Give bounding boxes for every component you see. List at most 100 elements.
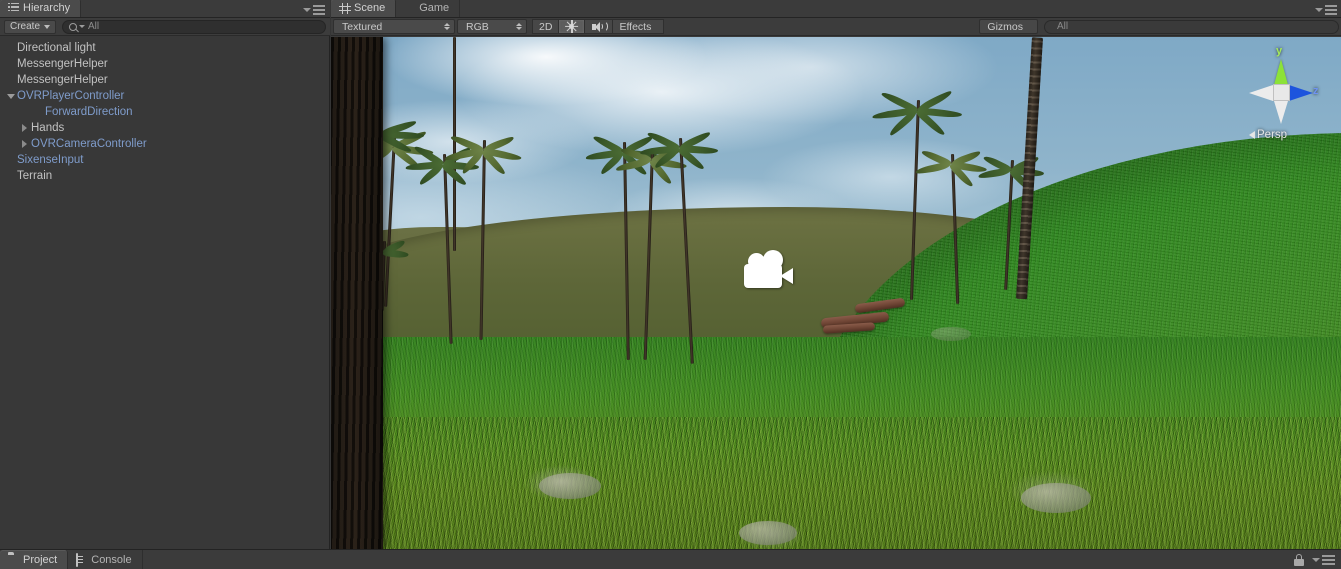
hierarchy-item-label: Terrain: [17, 170, 53, 182]
hierarchy-search-placeholder: All: [88, 21, 100, 32]
bottom-panel-menu-button[interactable]: [1312, 555, 1335, 565]
hamburger-icon: [313, 4, 325, 15]
scene-view-toolbar: Textured RGB 2D Effects Gizmos All: [331, 18, 1341, 36]
updown-arrows-icon: [516, 23, 522, 30]
chevron-down-icon: [1312, 558, 1320, 562]
axis-negative-y-cone[interactable]: [1274, 101, 1288, 124]
scene-tabstrip: Scene Game: [331, 0, 1341, 18]
projection-mode-label: Persp: [1257, 129, 1288, 141]
toggle-audio-button[interactable]: [585, 19, 614, 34]
color-space-value: RGB: [466, 20, 489, 33]
tab-project-label: Project: [23, 553, 58, 566]
scene-panel: Scene Game Textured RGB 2D Effects Gizmo…: [331, 0, 1341, 549]
hierarchy-item[interactable]: OVRCameraController: [0, 136, 330, 152]
axis-x-cone[interactable]: [1249, 85, 1273, 101]
hierarchy-item[interactable]: ForwardDirection: [0, 104, 330, 120]
tab-game[interactable]: Game: [396, 0, 461, 17]
grass-foreground: [331, 417, 1341, 549]
hierarchy-item-label: ForwardDirection: [45, 106, 133, 118]
create-button[interactable]: Create: [4, 19, 57, 34]
effects-label: Effects: [619, 20, 652, 33]
scene-axis-gizmo[interactable]: y z Persp: [1237, 41, 1329, 156]
draw-mode-value: Textured: [342, 20, 383, 33]
expanded-twisty-icon[interactable]: [4, 93, 17, 99]
updown-arrows-icon: [444, 23, 450, 30]
scene-panel-menu-button[interactable]: [1311, 3, 1337, 16]
axis-y-cone[interactable]: [1274, 59, 1288, 85]
hierarchy-item[interactable]: MessengerHelper: [0, 72, 330, 88]
rock: [539, 473, 601, 499]
axis-z-cone[interactable]: [1289, 85, 1313, 101]
tab-hierarchy[interactable]: Hierarchy: [0, 0, 82, 17]
hierarchy-item[interactable]: Hands: [0, 120, 330, 136]
effects-dropdown[interactable]: Effects: [613, 19, 665, 34]
chevron-down-icon: [79, 25, 86, 28]
console-icon: [76, 553, 87, 567]
toggle-2d-button[interactable]: 2D: [532, 19, 560, 34]
collapsed-twisty-icon[interactable]: [18, 124, 31, 132]
hierarchy-item-label: MessengerHelper: [17, 74, 108, 86]
hierarchy-item[interactable]: MessengerHelper: [0, 56, 330, 72]
tab-game-label: Game: [419, 2, 450, 14]
toggle-2d-label: 2D: [539, 20, 553, 33]
chevron-down-icon: [44, 24, 51, 29]
hamburger-icon: [1322, 555, 1335, 565]
hierarchy-item-label: SixenseInput: [17, 154, 84, 166]
scene-grid-icon: [339, 2, 351, 14]
create-button-label: Create: [10, 21, 41, 32]
lock-icon[interactable]: [1294, 554, 1304, 566]
rock: [1021, 483, 1091, 513]
scene-search-input[interactable]: All: [1044, 19, 1339, 34]
scene-viewport[interactable]: y z Persp: [331, 37, 1341, 549]
hierarchy-item-label: OVRPlayerController: [17, 90, 125, 102]
color-space-dropdown[interactable]: RGB: [457, 19, 527, 34]
axis-y-label: y: [1276, 45, 1283, 57]
hierarchy-item-label: OVRCameraController: [31, 138, 147, 150]
bottom-dock-controls: [1294, 554, 1335, 566]
tree-trunk-foreground: [331, 37, 383, 549]
hierarchy-item[interactable]: Directional light: [0, 40, 330, 56]
chevron-down-icon: [1315, 7, 1323, 12]
hierarchy-item-label: Directional light: [17, 42, 96, 54]
axis-gizmo-hub[interactable]: [1273, 84, 1290, 101]
projection-mode-toggle[interactable]: Persp: [1249, 129, 1287, 141]
rock: [931, 327, 971, 341]
tab-console-label: Console: [91, 553, 132, 566]
tab-project[interactable]: Project: [0, 550, 69, 569]
hierarchy-panel: Hierarchy Create All Directional light Me…: [0, 0, 330, 549]
scene-view-toggles: 2D Effects: [532, 19, 665, 34]
hierarchy-search-input[interactable]: All: [62, 19, 326, 34]
draw-mode-dropdown[interactable]: Textured: [333, 19, 455, 34]
axis-z-label: z: [1313, 85, 1319, 97]
gizmos-dropdown[interactable]: Gizmos: [979, 19, 1038, 34]
unity-editor-window: Hierarchy Create All Directional light Me…: [0, 0, 1341, 569]
hierarchy-panel-menu-button[interactable]: [299, 3, 325, 16]
scene-search-placeholder: All: [1057, 21, 1069, 32]
bottom-dock-tabstrip: Project Console: [0, 549, 1341, 569]
hierarchy-list-icon: [8, 2, 19, 14]
camera-gizmo-icon[interactable]: [744, 250, 802, 292]
sun-icon: [565, 20, 579, 33]
hamburger-icon: [1325, 4, 1337, 15]
hierarchy-toolbar: Create All: [0, 18, 330, 36]
tab-scene[interactable]: Scene: [331, 0, 397, 17]
hierarchy-item[interactable]: Terrain: [0, 168, 330, 184]
hierarchy-tabstrip: Hierarchy: [0, 0, 330, 18]
chevron-down-icon: [303, 7, 311, 12]
rock: [739, 521, 797, 545]
tab-console[interactable]: Console: [68, 550, 143, 569]
hierarchy-item[interactable]: SixenseInput: [0, 152, 330, 168]
hierarchy-item-label: Hands: [31, 122, 65, 134]
game-pacman-icon: [404, 3, 415, 14]
folder-icon: [8, 554, 19, 565]
audio-speaker-icon: [591, 21, 609, 33]
collapsed-twisty-icon[interactable]: [18, 140, 31, 148]
toggle-lighting-button[interactable]: [559, 19, 586, 34]
hierarchy-item-label: MessengerHelper: [17, 58, 108, 70]
search-icon: [69, 22, 78, 31]
tab-scene-label: Scene: [354, 2, 386, 14]
hierarchy-tree[interactable]: Directional light MessengerHelper Messenge…: [0, 37, 330, 549]
hierarchy-item[interactable]: OVRPlayerController: [0, 88, 330, 104]
arrow-left-icon: [1249, 131, 1255, 139]
tab-hierarchy-label: Hierarchy: [23, 2, 71, 14]
